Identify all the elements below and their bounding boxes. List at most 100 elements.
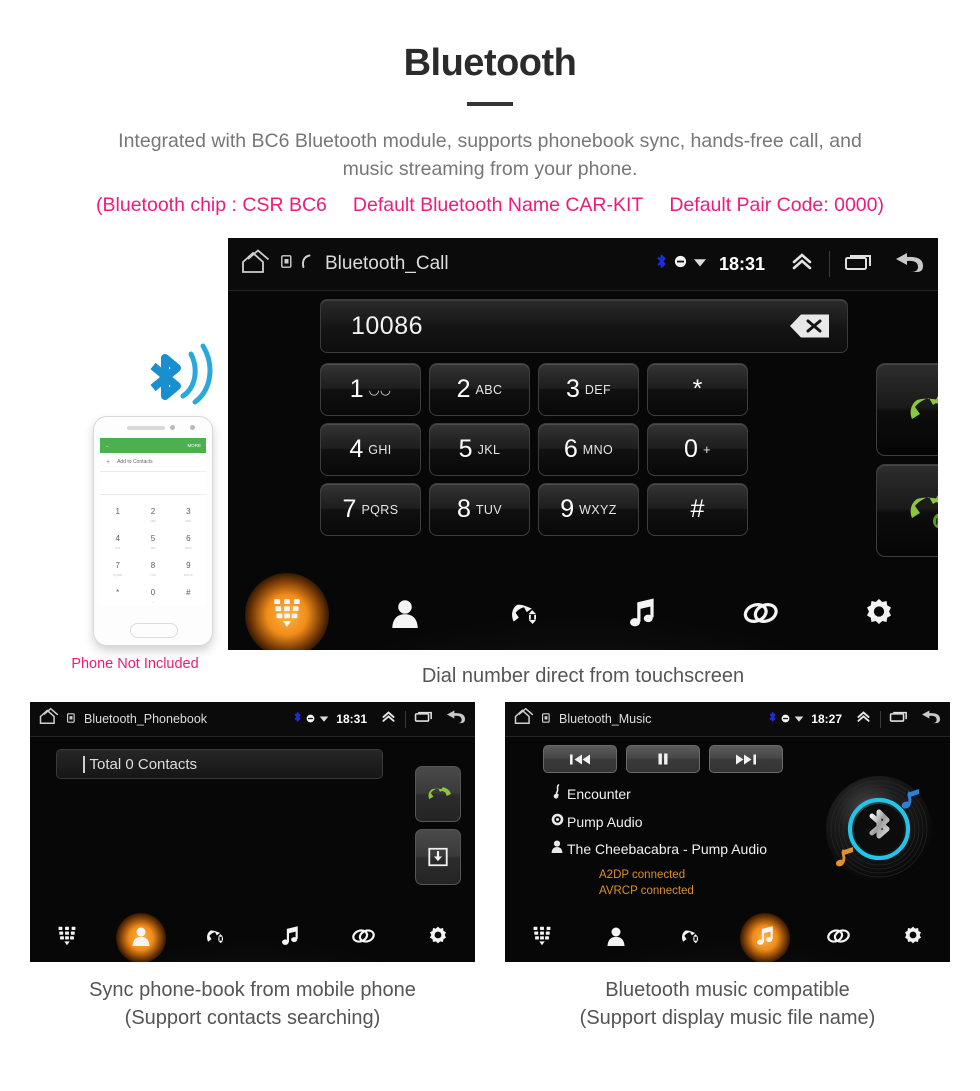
phone-illustration: ← MORE + Add to Contacts 1 2 ABC 3 DEF 4 GHI 5…	[45, 340, 225, 680]
key-4[interactable]: 4 GHI	[320, 423, 421, 476]
phone-number-area	[100, 472, 206, 495]
back-arrow-icon[interactable]	[443, 707, 467, 731]
phone-key-7[interactable]: 7 PQRS	[100, 552, 135, 579]
phone-key-1[interactable]: 1	[100, 498, 135, 525]
phone-not-included-caption: Phone Not Included	[71, 656, 199, 672]
recents-icon[interactable]	[844, 252, 874, 277]
home-icon[interactable]	[38, 707, 62, 731]
nav-item-dialpad[interactable]	[505, 914, 579, 962]
key-5[interactable]: 5 JKL	[429, 423, 530, 476]
backspace-icon[interactable]	[789, 313, 831, 339]
key-7[interactable]: 7 PQRS	[320, 483, 421, 536]
nav-item-music[interactable]	[728, 914, 802, 962]
phone-key-star[interactable]: *	[100, 579, 135, 606]
bluetooth-phonebook-screen: Bluetooth_Phonebook 18:31 Total 0 Contac…	[30, 702, 475, 962]
nav-item-pair[interactable]	[802, 914, 876, 962]
phone-key-letters: MNO	[184, 545, 192, 550]
key-letters: +	[702, 442, 711, 457]
disc-icon	[547, 813, 567, 831]
phone-camera	[170, 425, 175, 430]
track-album-row: Pump Audio	[547, 813, 767, 831]
phone-key-hash[interactable]: #	[171, 579, 206, 606]
phone-key-2[interactable]: 2 ABC	[135, 498, 170, 525]
phone-back-arrow-icon[interactable]: ←	[105, 443, 110, 448]
phonebook-clock: 18:31	[336, 712, 367, 726]
phone-home-button[interactable]	[130, 623, 178, 638]
phonebook-status-bar: Bluetooth_Phonebook 18:31	[30, 702, 475, 737]
phone-key-6[interactable]: 6 MNO	[171, 525, 206, 552]
pause-button[interactable]	[626, 745, 700, 773]
nav-item-dialpad[interactable]	[228, 580, 346, 650]
nav-item-music[interactable]	[583, 580, 701, 650]
chevron-up-icon[interactable]	[855, 710, 872, 729]
key-digit: 3	[565, 375, 580, 403]
description-line-2: music streaming from your phone.	[342, 157, 638, 180]
recents-icon[interactable]	[414, 710, 434, 728]
nav-item-settings[interactable]	[401, 914, 475, 962]
nav-item-contacts[interactable]	[346, 580, 464, 650]
signal-icon	[319, 710, 329, 728]
phonebook-actions	[415, 766, 461, 892]
phone-number-input[interactable]: 10086	[320, 299, 848, 353]
download-contacts-button[interactable]	[415, 829, 461, 885]
back-arrow-icon[interactable]	[918, 707, 942, 731]
phonebook-caption-line-1: Sync phone-book from mobile phone	[89, 979, 416, 1001]
phone-key-8[interactable]: 8 TUV	[135, 552, 170, 579]
nav-item-contacts[interactable]	[579, 914, 653, 962]
phone-key-0[interactable]: 0 +	[135, 579, 170, 606]
chevron-up-icon[interactable]	[380, 710, 397, 729]
phone-more-button[interactable]: MORE	[188, 443, 202, 448]
back-arrow-icon[interactable]	[890, 248, 926, 281]
nav-item-contacts[interactable]	[104, 914, 178, 962]
key-letters: TUV	[475, 502, 503, 517]
call-button[interactable]	[876, 363, 938, 456]
contacts-total-label: Total 0 Contacts	[89, 755, 198, 773]
nav-item-pair[interactable]	[327, 914, 401, 962]
phone-key-letters: +	[152, 599, 154, 604]
phonebook-call-button[interactable]	[415, 766, 461, 822]
nav-item-call-history[interactable]	[178, 914, 252, 962]
phone-icon	[300, 254, 313, 274]
nav-item-dialpad[interactable]	[30, 914, 104, 962]
nav-item-pair[interactable]	[701, 580, 819, 650]
next-track-button[interactable]	[709, 745, 783, 773]
contacts-search-input[interactable]: Total 0 Contacts	[56, 749, 383, 779]
home-icon[interactable]	[513, 707, 537, 731]
redial-button[interactable]: RE	[876, 464, 938, 557]
key-2[interactable]: 2 ABC	[429, 363, 530, 416]
phone-screen: ← MORE + Add to Contacts 1 2 ABC 3 DEF 4 GHI 5…	[100, 438, 206, 606]
svg-text:RE: RE	[935, 517, 938, 526]
phone-key-9[interactable]: 9 WXYZ	[171, 552, 206, 579]
phone-key-4[interactable]: 4 GHI	[100, 525, 135, 552]
phone-key-3[interactable]: 3 DEF	[171, 498, 206, 525]
key-1[interactable]: 1 ◡◡	[320, 363, 421, 416]
key-star[interactable]: *	[647, 363, 748, 416]
nav-item-music[interactable]	[253, 914, 327, 962]
chevron-up-icon[interactable]	[789, 251, 815, 278]
phone-key-letters	[100, 600, 135, 604]
recents-icon[interactable]	[889, 710, 909, 728]
phone-add-contact-row[interactable]: + Add to Contacts	[100, 453, 206, 472]
bluetooth-call-screen: Bluetooth_Call 18:31 10086 1 ◡◡ 2 ABC 3 …	[228, 238, 938, 650]
key-6[interactable]: 6 MNO	[538, 423, 639, 476]
phone-key-digit: 4	[115, 533, 120, 543]
key-9[interactable]: 9 WXYZ	[538, 483, 639, 536]
home-icon[interactable]	[240, 248, 274, 281]
phone-key-letters	[171, 600, 206, 604]
nav-item-call-history[interactable]	[465, 580, 583, 650]
previous-track-button[interactable]	[543, 745, 617, 773]
key-hash[interactable]: #	[647, 483, 748, 536]
dialpad-icon	[57, 926, 77, 951]
key-8[interactable]: 8 TUV	[429, 483, 530, 536]
dialed-number: 10086	[351, 311, 424, 340]
key-3[interactable]: 3 DEF	[538, 363, 639, 416]
nav-item-call-history[interactable]	[653, 914, 727, 962]
music-bottom-nav	[505, 914, 950, 962]
nav-item-settings[interactable]	[820, 580, 938, 650]
key-0[interactable]: 0 +	[647, 423, 748, 476]
bluetooth-icon	[293, 710, 302, 728]
phone-key-5[interactable]: 5 JKL	[135, 525, 170, 552]
link-chain-icon	[826, 926, 851, 951]
nav-item-settings[interactable]	[876, 914, 950, 962]
signal-icon	[794, 710, 804, 728]
